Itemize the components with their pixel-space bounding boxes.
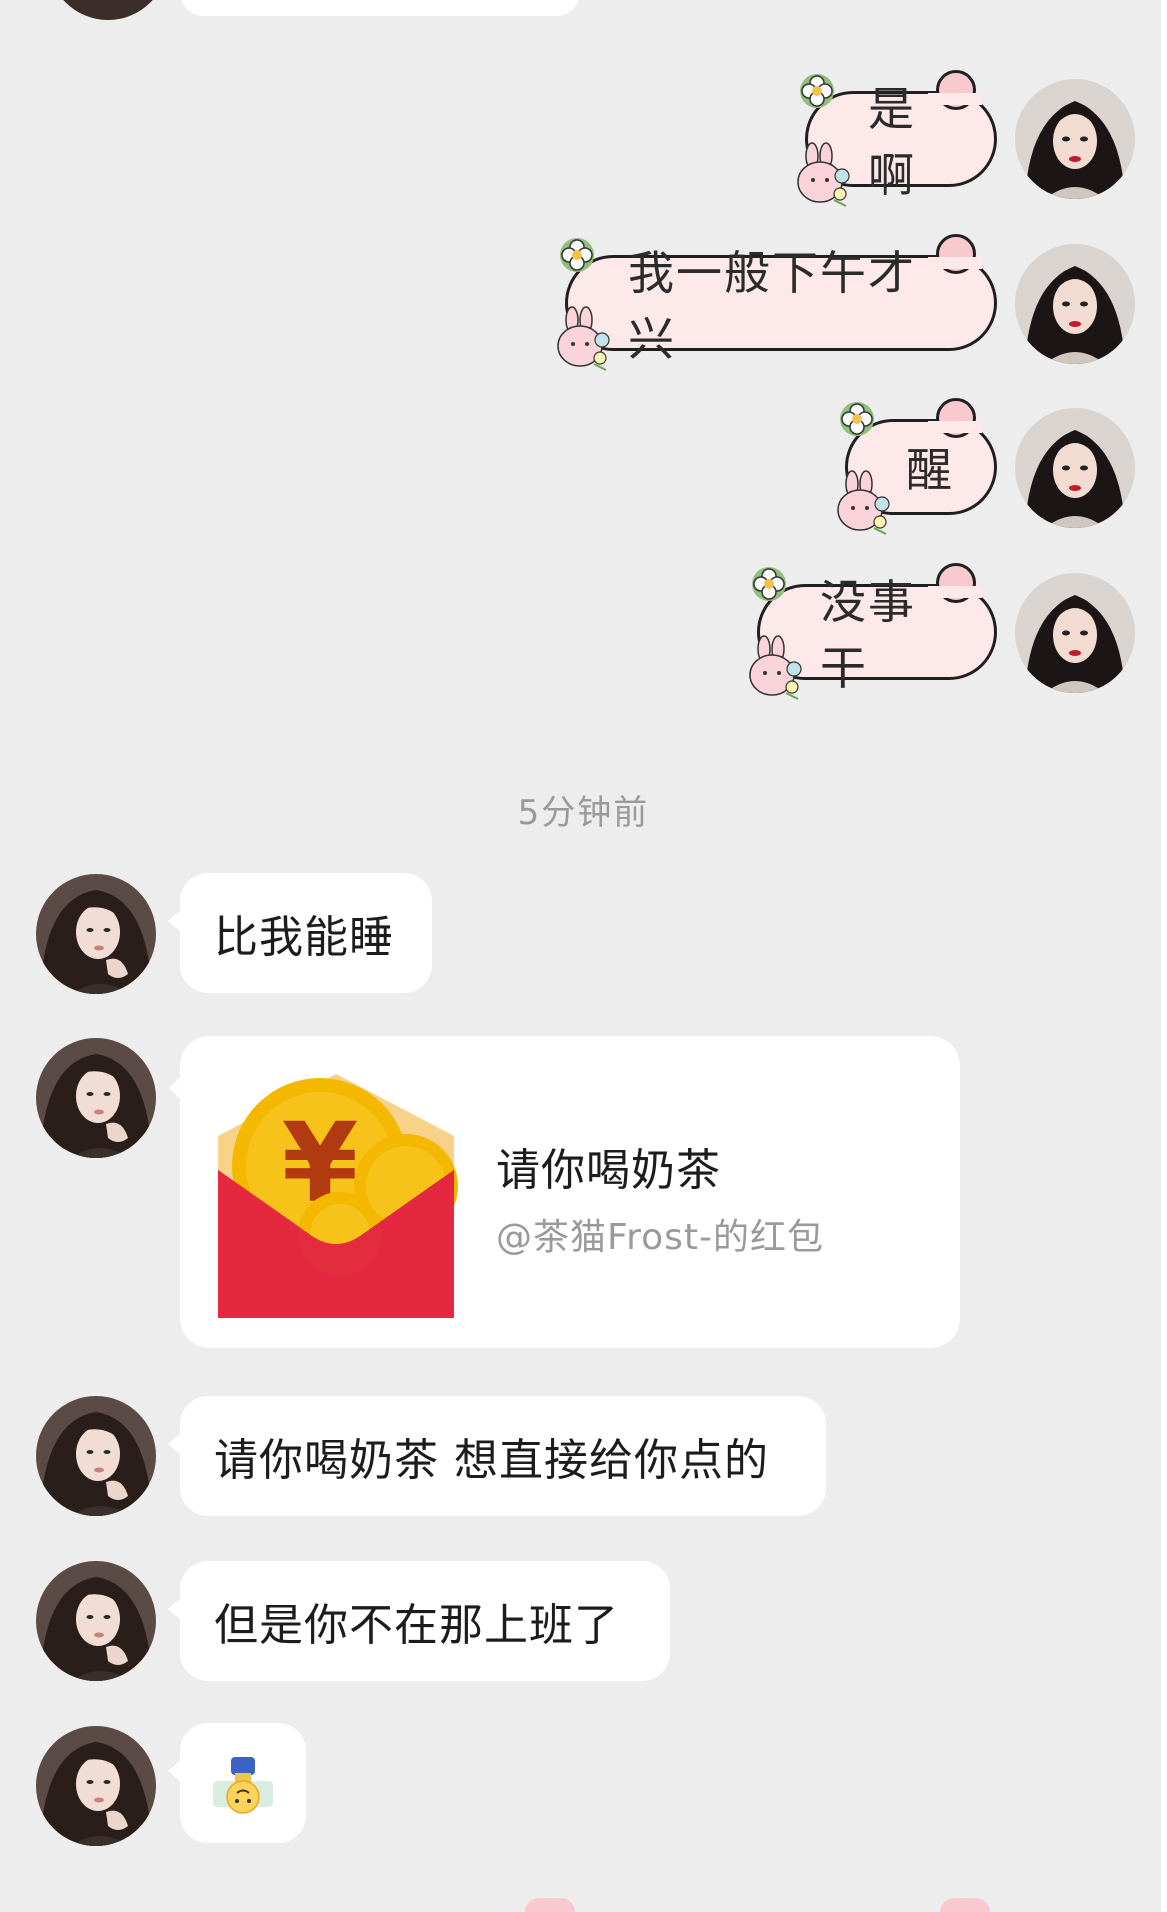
red-packet-subtitle: @茶猫Frost-的红包: [496, 1217, 824, 1258]
sent-message-text: 我一般下午才兴: [628, 246, 916, 366]
self-avatar[interactable]: [1015, 79, 1135, 199]
self-avatar[interactable]: [1015, 573, 1135, 693]
sent-bubble[interactable]: 没事干: [749, 563, 997, 700]
sticker-message[interactable]: [168, 1723, 306, 1843]
friend-avatar[interactable]: [36, 874, 156, 994]
bunny-icon: [749, 635, 802, 700]
sent-bubble[interactable]: 我一般下午才兴: [557, 234, 997, 371]
flower-icon: [559, 237, 595, 273]
bunny-icon: [837, 470, 890, 535]
avatar-remnant: [48, 0, 168, 20]
received-bubble[interactable]: 请你喝奶茶 想直接给你点的: [168, 1396, 826, 1516]
friend-avatar[interactable]: [36, 1726, 156, 1846]
message-bubble-remnant: [180, 0, 580, 16]
bunny-icon: [557, 306, 610, 371]
bubble-ear-remnant: [525, 1898, 575, 1912]
red-packet-icon: ¥: [218, 1074, 458, 1318]
self-avatar[interactable]: [1015, 244, 1135, 364]
timestamp: 5分钟前: [517, 793, 650, 833]
bunny-icon: [797, 142, 850, 207]
sent-bubble[interactable]: 醒: [837, 398, 997, 535]
received-message-text: 比我能睡: [214, 912, 394, 963]
received-message-text: 但是你不在那上班了: [214, 1600, 619, 1651]
flower-icon: [751, 566, 787, 602]
flower-icon: [839, 401, 875, 437]
red-packet-card[interactable]: ¥ 请你喝奶茶 @茶猫Frost-的红包: [168, 1036, 960, 1348]
friend-avatar[interactable]: [36, 1561, 156, 1681]
friend-avatar[interactable]: [36, 1038, 156, 1158]
received-bubble[interactable]: 但是你不在那上班了: [168, 1561, 670, 1681]
received-message-text: 请你喝奶茶 想直接给你点的: [214, 1435, 769, 1486]
flower-icon: [799, 73, 835, 109]
upside-down-boy-sticker-icon: [213, 1757, 273, 1814]
received-bubble[interactable]: 比我能睡: [168, 873, 432, 993]
bubble-ear-remnant: [940, 1898, 990, 1912]
self-avatar[interactable]: [1015, 408, 1135, 528]
sent-bubble[interactable]: 是啊: [797, 70, 997, 207]
scroll-edge: [1161, 0, 1167, 1912]
friend-avatar[interactable]: [36, 1396, 156, 1516]
red-packet-title: 请你喝奶茶: [496, 1145, 721, 1196]
sent-message-text: 醒: [906, 443, 954, 497]
